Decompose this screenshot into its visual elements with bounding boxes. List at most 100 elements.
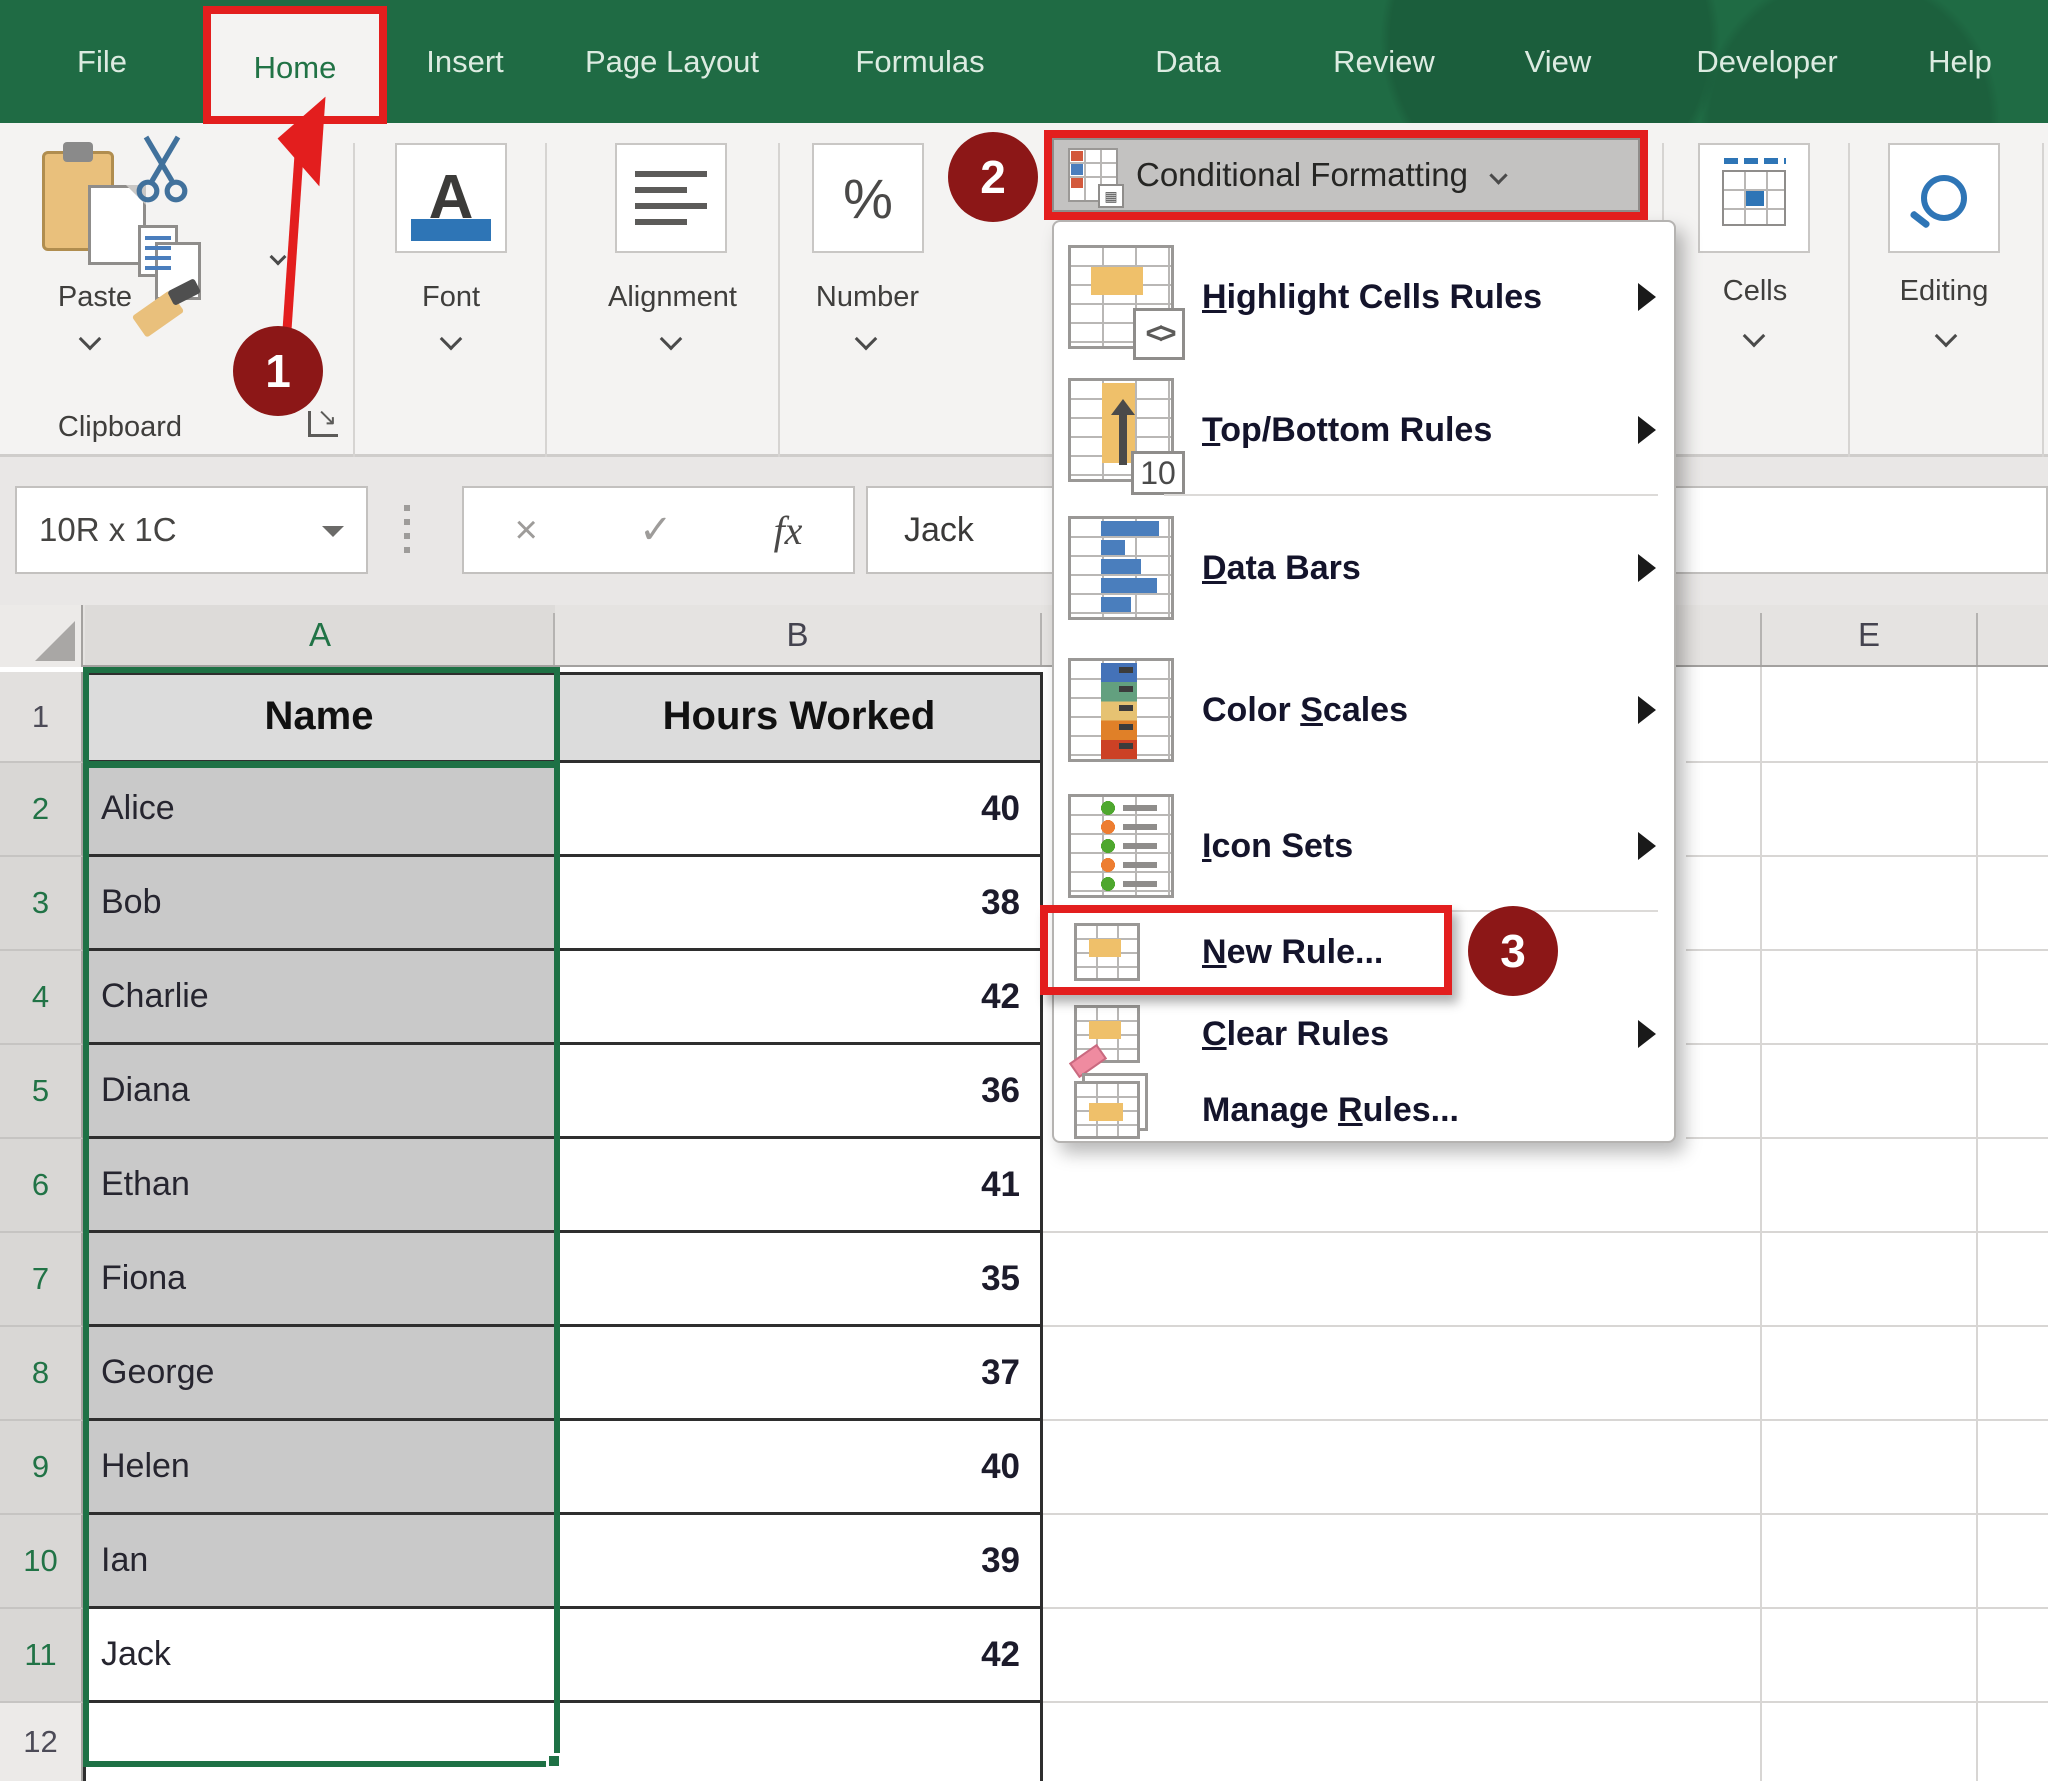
menu-separator [1164,494,1658,496]
annotation-step-2: 2 [948,132,1038,222]
hours-cell[interactable]: 39 [555,1515,1040,1609]
menu-item-color-scales[interactable]: Color Scales [1054,650,1674,770]
font-color-bar-icon [411,219,491,241]
paste-chevron-icon[interactable] [79,328,102,351]
table-row: 2 Alice 40 [0,763,1040,857]
tab-review[interactable]: Review [1318,0,1450,123]
cells-group-button[interactable] [1698,143,1810,253]
clipboard-group-label: Clipboard [30,411,210,444]
table-rows: 2 Alice 40 3 Bob 38 4 Charlie 42 5 [0,763,1040,1703]
annotation-box-conditional-formatting: ▦ Conditional Formatting [1044,130,1648,220]
cell-b1-hours-header[interactable]: Hours Worked [555,672,1040,763]
menu-item-icon-sets[interactable]: Icon Sets [1054,786,1674,906]
table-row: 4 Charlie 42 [0,951,1040,1045]
submenu-arrow-icon [1638,283,1670,311]
clipboard-dialog-launcher-icon[interactable] [308,411,338,437]
insert-function-icon[interactable]: fx [774,507,803,554]
cell-a1-name-header[interactable]: Name [83,672,555,763]
row-header-12[interactable]: 12 [0,1703,83,1781]
hours-cell[interactable]: 42 [555,1609,1040,1703]
hours-cell[interactable]: 42 [555,951,1040,1045]
table-row: 11 Jack 42 [0,1609,1040,1703]
row-header-9[interactable]: 11 [0,1609,83,1703]
row-header-7[interactable]: 9 [0,1421,83,1515]
annotation-box-home-tab [203,6,387,124]
menu-item-data-bars[interactable]: Data Bars [1054,508,1674,628]
menu-item-highlight-cells-rules[interactable]: <> Highlight Cells Rules [1054,237,1674,357]
annotation-step-1: 1 [233,326,323,416]
font-group-button[interactable]: A [395,143,507,253]
tab-help[interactable]: Help [1912,0,2008,123]
row-header-4[interactable]: 6 [0,1139,83,1233]
hours-cell[interactable]: 36 [555,1045,1040,1139]
submenu-arrow-icon [1638,832,1670,860]
row-header-6[interactable]: 8 [0,1327,83,1421]
name-cell[interactable]: Ian [83,1515,555,1609]
name-cell[interactable]: Helen [83,1421,555,1515]
enter-icon[interactable]: ✓ [639,507,673,553]
menu-item-manage-rules[interactable]: Manage Rules... [1054,1078,1674,1142]
group-separator [545,143,547,463]
name-box[interactable]: 10R x 1C [15,486,368,574]
table-header-row: 1 Name Hours Worked [0,672,1040,763]
cut-icon[interactable] [130,133,194,205]
ribbon-tab-bar: File Home Insert Page Layout Formulas Da… [0,0,2048,123]
copy-icon[interactable] [138,225,178,277]
group-separator [778,143,780,463]
name-cell[interactable]: George [83,1327,555,1421]
name-cell[interactable]: Ethan [83,1139,555,1233]
column-header-e[interactable]: E [1762,605,1976,665]
tab-developer[interactable]: Developer [1672,0,1862,123]
menu-item-top-bottom-rules[interactable]: 10 Top/Bottom Rules [1054,370,1674,490]
editing-group-button[interactable] [1888,143,2000,253]
name-cell[interactable]: Fiona [83,1233,555,1327]
row-header-2[interactable]: 4 [0,951,83,1045]
row-header-1[interactable]: 1 [0,672,83,763]
tab-data[interactable]: Data [1140,0,1236,123]
conditional-formatting-button[interactable]: ▦ Conditional Formatting [1052,138,1640,212]
name-cell[interactable]: Diana [83,1045,555,1139]
hours-cell[interactable]: 38 [555,857,1040,951]
number-group-button[interactable]: % [812,143,924,253]
name-cell[interactable]: Alice [83,763,555,857]
column-header-b[interactable]: B [555,605,1040,665]
alignment-group-button[interactable] [615,143,727,253]
name-box-value: 10R x 1C [39,511,177,549]
tab-insert[interactable]: Insert [407,0,523,123]
formula-bar-resize-handle[interactable] [404,505,410,557]
row-header-0[interactable]: 2 [0,763,83,857]
row-header-1[interactable]: 3 [0,857,83,951]
tab-view[interactable]: View [1508,0,1608,123]
row-header-8[interactable]: 10 [0,1515,83,1609]
number-group-label: Number [795,281,940,314]
formula-buttons: × ✓ fx [462,486,855,574]
conditional-formatting-menu: <> Highlight Cells Rules 10 Top/Bottom R… [1052,220,1676,1143]
formula-bar-row: 10R x 1C × ✓ fx Jack [0,457,2048,605]
annotation-box-new-rule [1040,905,1452,995]
cut-options-chevron-icon[interactable] [270,249,287,266]
hours-cell[interactable]: 35 [555,1233,1040,1327]
name-cell[interactable]: Charlie [83,951,555,1045]
table-row: 3 Bob 38 [0,857,1040,951]
tab-file[interactable]: File [62,0,142,123]
select-all-corner[interactable] [0,605,83,667]
row-header-5[interactable]: 7 [0,1233,83,1327]
column-header-a[interactable]: A [85,605,555,665]
name-box-dropdown-icon[interactable] [322,526,344,548]
menu-item-clear-rules[interactable]: Clear Rules [1054,994,1674,1074]
name-cell[interactable]: Bob [83,857,555,951]
tab-formulas[interactable]: Formulas [838,0,1002,123]
worksheet: A B E 1 Name Hours Worked [0,605,2048,1781]
tab-page-layout[interactable]: Page Layout [565,0,779,123]
formula-bar-value: Jack [904,511,974,550]
name-cell[interactable]: Jack [83,1609,555,1703]
table-row: 9 Helen 40 [0,1421,1040,1515]
hours-cell[interactable]: 37 [555,1327,1040,1421]
hours-cell[interactable]: 40 [555,1421,1040,1515]
cells-icon [1722,170,1786,226]
hours-cell[interactable]: 41 [555,1139,1040,1233]
conditional-formatting-icon: ▦ [1068,148,1118,202]
row-header-3[interactable]: 5 [0,1045,83,1139]
cancel-icon[interactable]: × [515,508,538,553]
hours-cell[interactable]: 40 [555,763,1040,857]
